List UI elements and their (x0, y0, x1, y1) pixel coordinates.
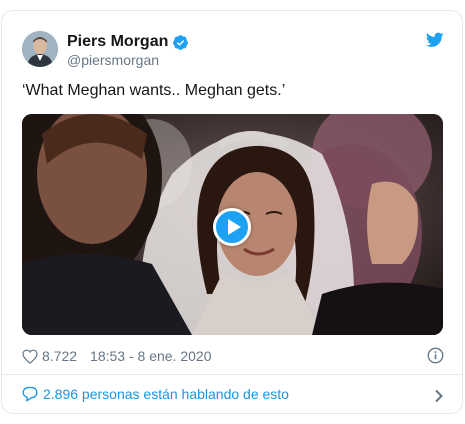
divider (2, 374, 462, 375)
info-icon[interactable] (427, 347, 444, 364)
verified-badge-icon (173, 34, 189, 50)
conversation-link[interactable]: 2.896 personas están hablando de esto (22, 386, 289, 402)
video-player[interactable] (22, 114, 443, 335)
like-count[interactable]: 8.722 (42, 348, 77, 364)
chevron-right-icon[interactable] (434, 389, 444, 403)
play-icon (228, 219, 241, 235)
speech-bubble-icon (22, 386, 38, 402)
author-name-row[interactable]: Piers Morgan (67, 33, 189, 51)
author-handle[interactable]: @piersmorgan (67, 52, 159, 68)
heart-icon[interactable] (22, 349, 38, 364)
tweet-meta: 8.722 18:53 - 8 ene. 2020 (22, 348, 211, 364)
author-name[interactable]: Piers Morgan (67, 33, 168, 51)
avatar[interactable] (22, 31, 58, 67)
tweet-text: ‘What Meghan wants.. Meghan gets.’ (22, 82, 286, 99)
timestamp[interactable]: 18:53 - 8 ene. 2020 (90, 348, 211, 364)
twitter-bird-icon[interactable] (426, 32, 444, 48)
tweet-card[interactable]: Piers Morgan @piersmorgan ‘What Meghan w… (1, 10, 463, 414)
conversation-label[interactable]: 2.896 personas están hablando de esto (43, 386, 289, 402)
play-button[interactable] (213, 208, 251, 246)
